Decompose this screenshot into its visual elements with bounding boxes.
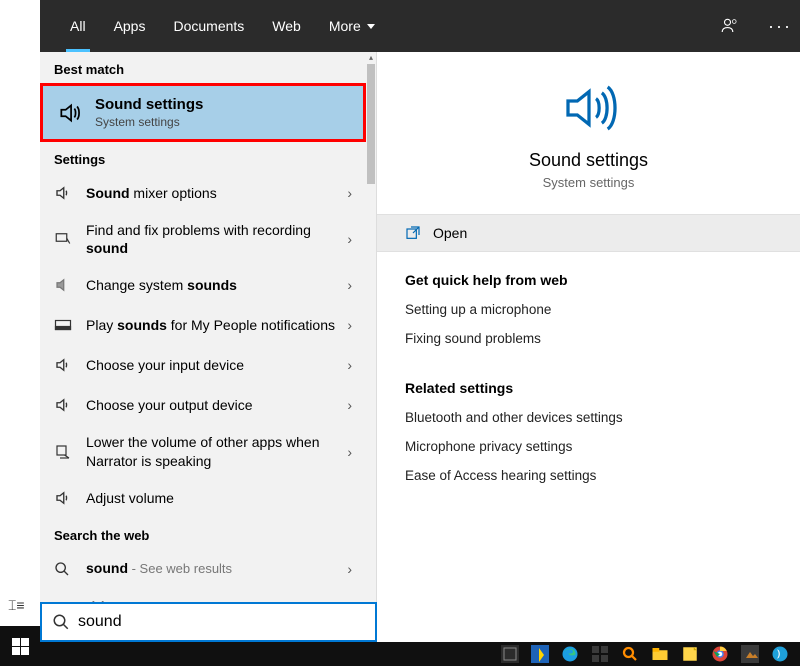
- section-best-match: Best match: [40, 52, 366, 83]
- taskbar-search-icon[interactable]: [616, 642, 644, 666]
- profile-icon[interactable]: [720, 17, 760, 35]
- taskbar-notes-icon[interactable]: [676, 642, 704, 666]
- chevron-right-icon[interactable]: ›: [347, 185, 352, 201]
- chevron-down-icon: [367, 24, 375, 29]
- windows-logo-icon: [12, 638, 29, 655]
- chevron-right-icon[interactable]: ›: [347, 317, 352, 333]
- result-label: sound - See web results: [86, 559, 335, 578]
- speaker-mute-icon: [54, 276, 74, 294]
- left-gutter: ⌶≡: [0, 52, 40, 620]
- result-input-device[interactable]: Choose your input device ›: [40, 345, 366, 385]
- search-icon: [54, 561, 74, 577]
- chevron-right-icon[interactable]: ›: [347, 357, 352, 373]
- result-web-sound[interactable]: sound - See web results ›: [40, 549, 366, 589]
- best-match-subtitle: System settings: [95, 115, 203, 129]
- chevron-right-icon[interactable]: ›: [347, 444, 352, 460]
- result-label: Sound mixer options: [86, 184, 335, 202]
- speaker-large-icon: [397, 80, 780, 136]
- taskbar-app-icon[interactable]: [496, 642, 524, 666]
- more-options-icon[interactable]: ···: [760, 16, 800, 37]
- result-label: Change system sounds: [86, 276, 335, 294]
- chevron-right-icon[interactable]: ›: [347, 277, 352, 293]
- taskbar-app-icon[interactable]: [766, 642, 794, 666]
- tab-apps[interactable]: Apps: [100, 0, 160, 52]
- result-narrator-volume[interactable]: Lower the volume of other apps when Narr…: [40, 425, 366, 477]
- tab-web[interactable]: Web: [258, 0, 315, 52]
- link-fix-sound[interactable]: Fixing sound problems: [405, 331, 772, 346]
- preview-subtitle: System settings: [397, 175, 780, 190]
- speaker-icon: [54, 356, 74, 374]
- speaker-icon: [57, 100, 83, 126]
- taskbar-edge-icon[interactable]: [556, 642, 584, 666]
- result-label: Find and fix problems with recording sou…: [86, 221, 335, 257]
- open-icon: [405, 225, 421, 241]
- start-button[interactable]: [0, 626, 40, 666]
- taskbar-app-icon[interactable]: [586, 642, 614, 666]
- search-input[interactable]: [78, 613, 365, 631]
- result-mypeople[interactable]: Play sounds for My People notifications …: [40, 305, 366, 345]
- taskbar: [0, 642, 800, 666]
- result-label: Lower the volume of other apps when Narr…: [86, 433, 335, 469]
- result-label: Choose your input device: [86, 356, 335, 374]
- speaker-icon: [54, 489, 74, 507]
- tab-more[interactable]: More: [315, 0, 389, 52]
- result-adjust-volume[interactable]: Adjust volume: [40, 478, 366, 518]
- preview-title: Sound settings: [397, 150, 780, 171]
- open-label: Open: [433, 225, 467, 241]
- tab-all[interactable]: All: [56, 0, 100, 52]
- link-mic-privacy[interactable]: Microphone privacy settings: [405, 439, 772, 454]
- search-icon: [52, 613, 70, 631]
- link-ease-hearing[interactable]: Ease of Access hearing settings: [405, 468, 772, 483]
- tab-documents[interactable]: Documents: [159, 0, 258, 52]
- preview-panel: Sound settings System settings Open Get …: [377, 52, 800, 620]
- scroll-up-icon[interactable]: ▴: [366, 52, 376, 64]
- troubleshoot-icon: [54, 230, 74, 248]
- text-cursor-icon: ⌶≡: [8, 597, 25, 614]
- taskbar-app-icon[interactable]: [736, 642, 764, 666]
- link-setup-microphone[interactable]: Setting up a microphone: [405, 302, 772, 317]
- result-label: Play sounds for My People notifications: [86, 316, 335, 334]
- open-button[interactable]: Open: [377, 214, 800, 252]
- result-fix-recording[interactable]: Find and fix problems with recording sou…: [40, 213, 366, 265]
- narrator-icon: [54, 443, 74, 461]
- chevron-right-icon[interactable]: ›: [347, 231, 352, 247]
- result-label: Choose your output device: [86, 396, 335, 414]
- section-settings: Settings: [40, 142, 366, 173]
- chevron-right-icon[interactable]: ›: [347, 561, 352, 577]
- best-match-title: Sound settings: [95, 96, 203, 113]
- related-settings-heading: Related settings: [405, 380, 772, 396]
- best-match-result[interactable]: Sound settings System settings: [43, 86, 363, 139]
- result-output-device[interactable]: Choose your output device ›: [40, 385, 366, 425]
- scrollbar-thumb[interactable]: [367, 64, 375, 184]
- section-search-web: Search the web: [40, 518, 366, 549]
- taskbar-icon: [54, 316, 74, 334]
- link-bluetooth-settings[interactable]: Bluetooth and other devices settings: [405, 410, 772, 425]
- result-change-sounds[interactable]: Change system sounds ›: [40, 265, 366, 305]
- search-box[interactable]: [40, 602, 377, 642]
- annotation-highlight: Sound settings System settings: [40, 83, 366, 142]
- scrollbar[interactable]: ▴ ▾: [366, 52, 376, 620]
- quick-help-heading: Get quick help from web: [405, 272, 772, 288]
- chevron-right-icon[interactable]: ›: [347, 397, 352, 413]
- taskbar-chrome-icon[interactable]: [706, 642, 734, 666]
- taskbar-app-icon[interactable]: [526, 642, 554, 666]
- speaker-icon: [54, 184, 74, 202]
- result-sound-mixer[interactable]: Sound mixer options ›: [40, 173, 366, 213]
- search-results-panel: Best match Sound settings System setting…: [40, 52, 377, 620]
- result-label: Adjust volume: [86, 489, 352, 507]
- speaker-icon: [54, 396, 74, 414]
- taskbar-explorer-icon[interactable]: [646, 642, 674, 666]
- search-filter-tabs: All Apps Documents Web More ···: [40, 0, 800, 52]
